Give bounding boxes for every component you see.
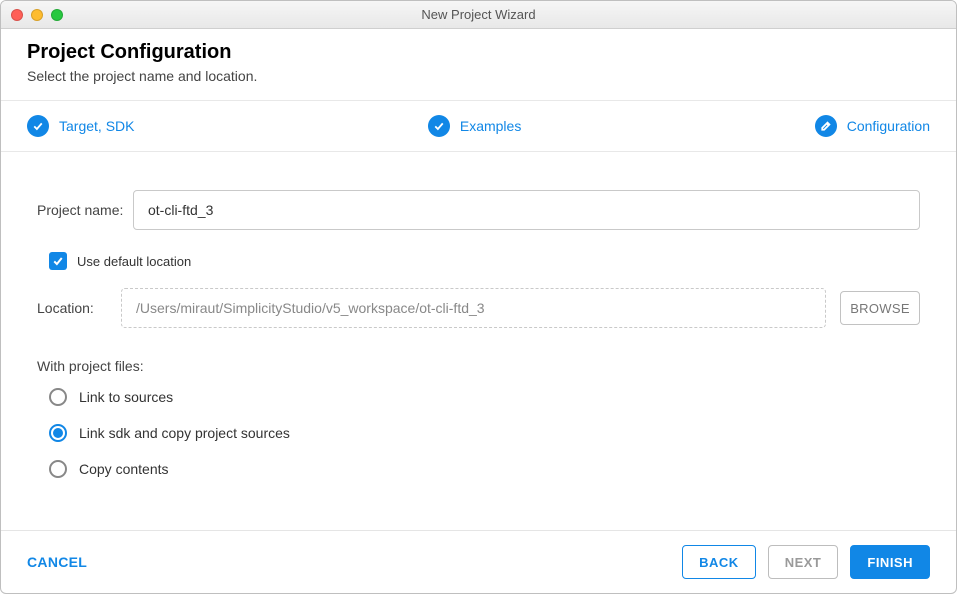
page-title: Project Configuration xyxy=(27,41,930,64)
step-label: Target, SDK xyxy=(59,118,134,134)
wizard-steps: Target, SDK Examples Configuration xyxy=(1,101,956,152)
radio-label: Copy contents xyxy=(79,461,169,477)
minimize-icon[interactable] xyxy=(31,9,43,21)
use-default-location-row[interactable]: Use default location xyxy=(49,252,920,270)
finish-button[interactable]: FINISH xyxy=(850,545,930,579)
radio-link-sdk-copy[interactable]: Link sdk and copy project sources xyxy=(49,424,920,442)
wizard-window: New Project Wizard Project Configuration… xyxy=(0,0,957,594)
zoom-icon[interactable] xyxy=(51,9,63,21)
browse-button: BROWSE xyxy=(840,291,920,325)
use-default-location-label: Use default location xyxy=(77,254,191,269)
pencil-icon xyxy=(815,115,837,137)
close-icon[interactable] xyxy=(11,9,23,21)
location-input xyxy=(121,288,826,328)
project-name-row: Project name: xyxy=(37,190,920,230)
footer: CANCEL BACK NEXT FINISH xyxy=(1,530,956,593)
project-name-label: Project name: xyxy=(37,202,133,218)
radio-icon[interactable] xyxy=(49,388,67,406)
radio-checked-icon[interactable] xyxy=(49,424,67,442)
location-label: Location: xyxy=(37,300,107,316)
step-configuration[interactable]: Configuration xyxy=(815,115,930,137)
step-examples[interactable]: Examples xyxy=(428,115,521,137)
step-label: Configuration xyxy=(847,118,930,134)
radio-icon[interactable] xyxy=(49,460,67,478)
header: Project Configuration Select the project… xyxy=(1,29,956,101)
cancel-button[interactable]: CANCEL xyxy=(27,554,87,570)
check-icon xyxy=(27,115,49,137)
window-controls xyxy=(1,9,63,21)
next-button: NEXT xyxy=(768,545,839,579)
form-content: Project name: Use default location Locat… xyxy=(1,152,956,530)
step-label: Examples xyxy=(460,118,521,134)
checkbox-checked-icon[interactable] xyxy=(49,252,67,270)
check-icon xyxy=(428,115,450,137)
back-button[interactable]: BACK xyxy=(682,545,756,579)
radio-link-sources[interactable]: Link to sources xyxy=(49,388,920,406)
with-project-files-label: With project files: xyxy=(37,358,920,374)
radio-label: Link to sources xyxy=(79,389,173,405)
project-name-input[interactable] xyxy=(133,190,920,230)
titlebar: New Project Wizard xyxy=(1,1,956,29)
location-row: Location: BROWSE xyxy=(37,288,920,328)
page-subtitle: Select the project name and location. xyxy=(27,68,930,84)
window-title: New Project Wizard xyxy=(1,7,956,22)
radio-label: Link sdk and copy project sources xyxy=(79,425,290,441)
step-target-sdk[interactable]: Target, SDK xyxy=(27,115,134,137)
radio-copy-contents[interactable]: Copy contents xyxy=(49,460,920,478)
